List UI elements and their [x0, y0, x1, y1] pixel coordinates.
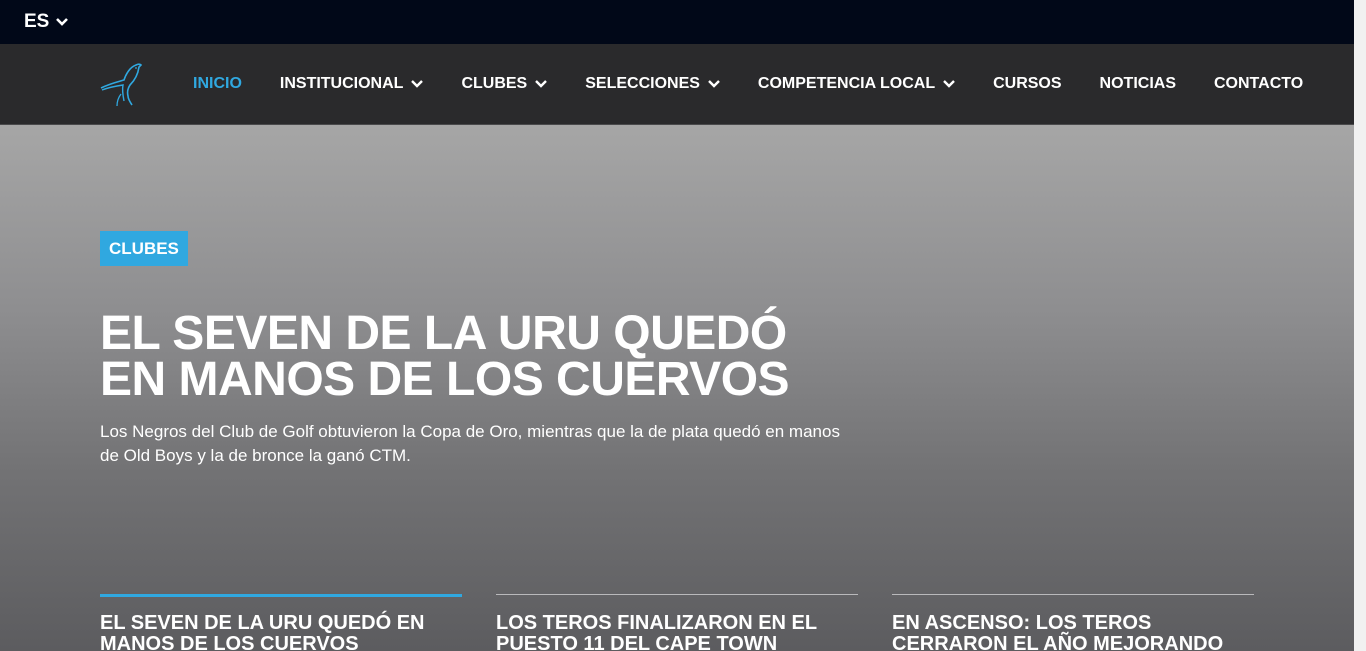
category-badge[interactable]: CLUBES — [100, 231, 188, 266]
news-card-title: LOS TEROS FINALIZARON EN EL PUESTO 11 DE… — [496, 612, 817, 651]
nav-item-clubes[interactable]: CLUBES — [461, 75, 548, 93]
chevron-down-icon — [56, 18, 69, 26]
chevron-down-icon — [943, 80, 955, 88]
nav-item-competencia-local[interactable]: COMPETENCIA LOCAL — [758, 75, 955, 93]
nav-item-label: CURSOS — [993, 75, 1062, 92]
chevron-down-icon — [708, 80, 720, 88]
nav-item-label: COMPETENCIA LOCAL — [757, 75, 936, 92]
nav-item-selecciones[interactable]: SELECCIONES — [585, 75, 720, 93]
bird-logo-icon — [100, 63, 143, 107]
nav-item-noticias[interactable]: NOTICIAS — [1100, 75, 1176, 93]
chevron-down-icon — [535, 80, 548, 88]
main-navigation: INICIO INSTITUCIONAL CLUBES SELECCIONES … — [0, 44, 1354, 125]
news-card[interactable]: LOS TEROS FINALIZARON EN EL PUESTO 11 DE… — [496, 594, 858, 651]
nav-item-cursos[interactable]: CURSOS — [993, 75, 1061, 93]
news-card[interactable]: EN ASCENSO: LOS TEROS CERRARON EL AÑO ME… — [892, 594, 1254, 651]
hero-headline[interactable]: EL SEVEN DE LA URU QUEDÓ EN MANOS DE LOS… — [100, 310, 860, 404]
page-scrollbar[interactable] — [1354, 0, 1366, 651]
nav-item-inicio[interactable]: INICIO — [193, 75, 242, 93]
nav-item-label: NOTICIAS — [1099, 75, 1176, 92]
site-logo[interactable] — [99, 61, 143, 107]
news-card-title: EL SEVEN DE LA URU QUEDÓ EN MANOS DE LOS… — [100, 612, 425, 651]
nav-item-label: INSTITUCIONAL — [279, 75, 404, 92]
news-card-title: EN ASCENSO: LOS TEROS CERRARON EL AÑO ME… — [892, 612, 1224, 651]
nav-item-label: CLUBES — [461, 75, 528, 92]
language-selector[interactable]: ES — [24, 11, 69, 33]
language-label: ES — [24, 11, 50, 32]
nav-menu: INICIO INSTITUCIONAL CLUBES SELECCIONES … — [193, 44, 1303, 124]
chevron-down-icon — [411, 80, 424, 88]
hero-summary: Los Negros del Club de Golf obtuvieron l… — [100, 422, 840, 465]
nav-item-institucional[interactable]: INSTITUCIONAL — [280, 75, 424, 93]
nav-item-label: INICIO — [193, 75, 242, 92]
nav-item-label: CONTACTO — [1214, 75, 1304, 92]
nav-item-label: SELECCIONES — [585, 75, 700, 92]
hero-section: CLUBES EL SEVEN DE LA URU QUEDÓ EN MANOS… — [0, 125, 1354, 651]
news-card[interactable]: EL SEVEN DE LA URU QUEDÓ EN MANOS DE LOS… — [100, 594, 462, 651]
nav-item-contacto[interactable]: CONTACTO — [1214, 75, 1303, 93]
top-bar: ES — [0, 0, 1354, 44]
